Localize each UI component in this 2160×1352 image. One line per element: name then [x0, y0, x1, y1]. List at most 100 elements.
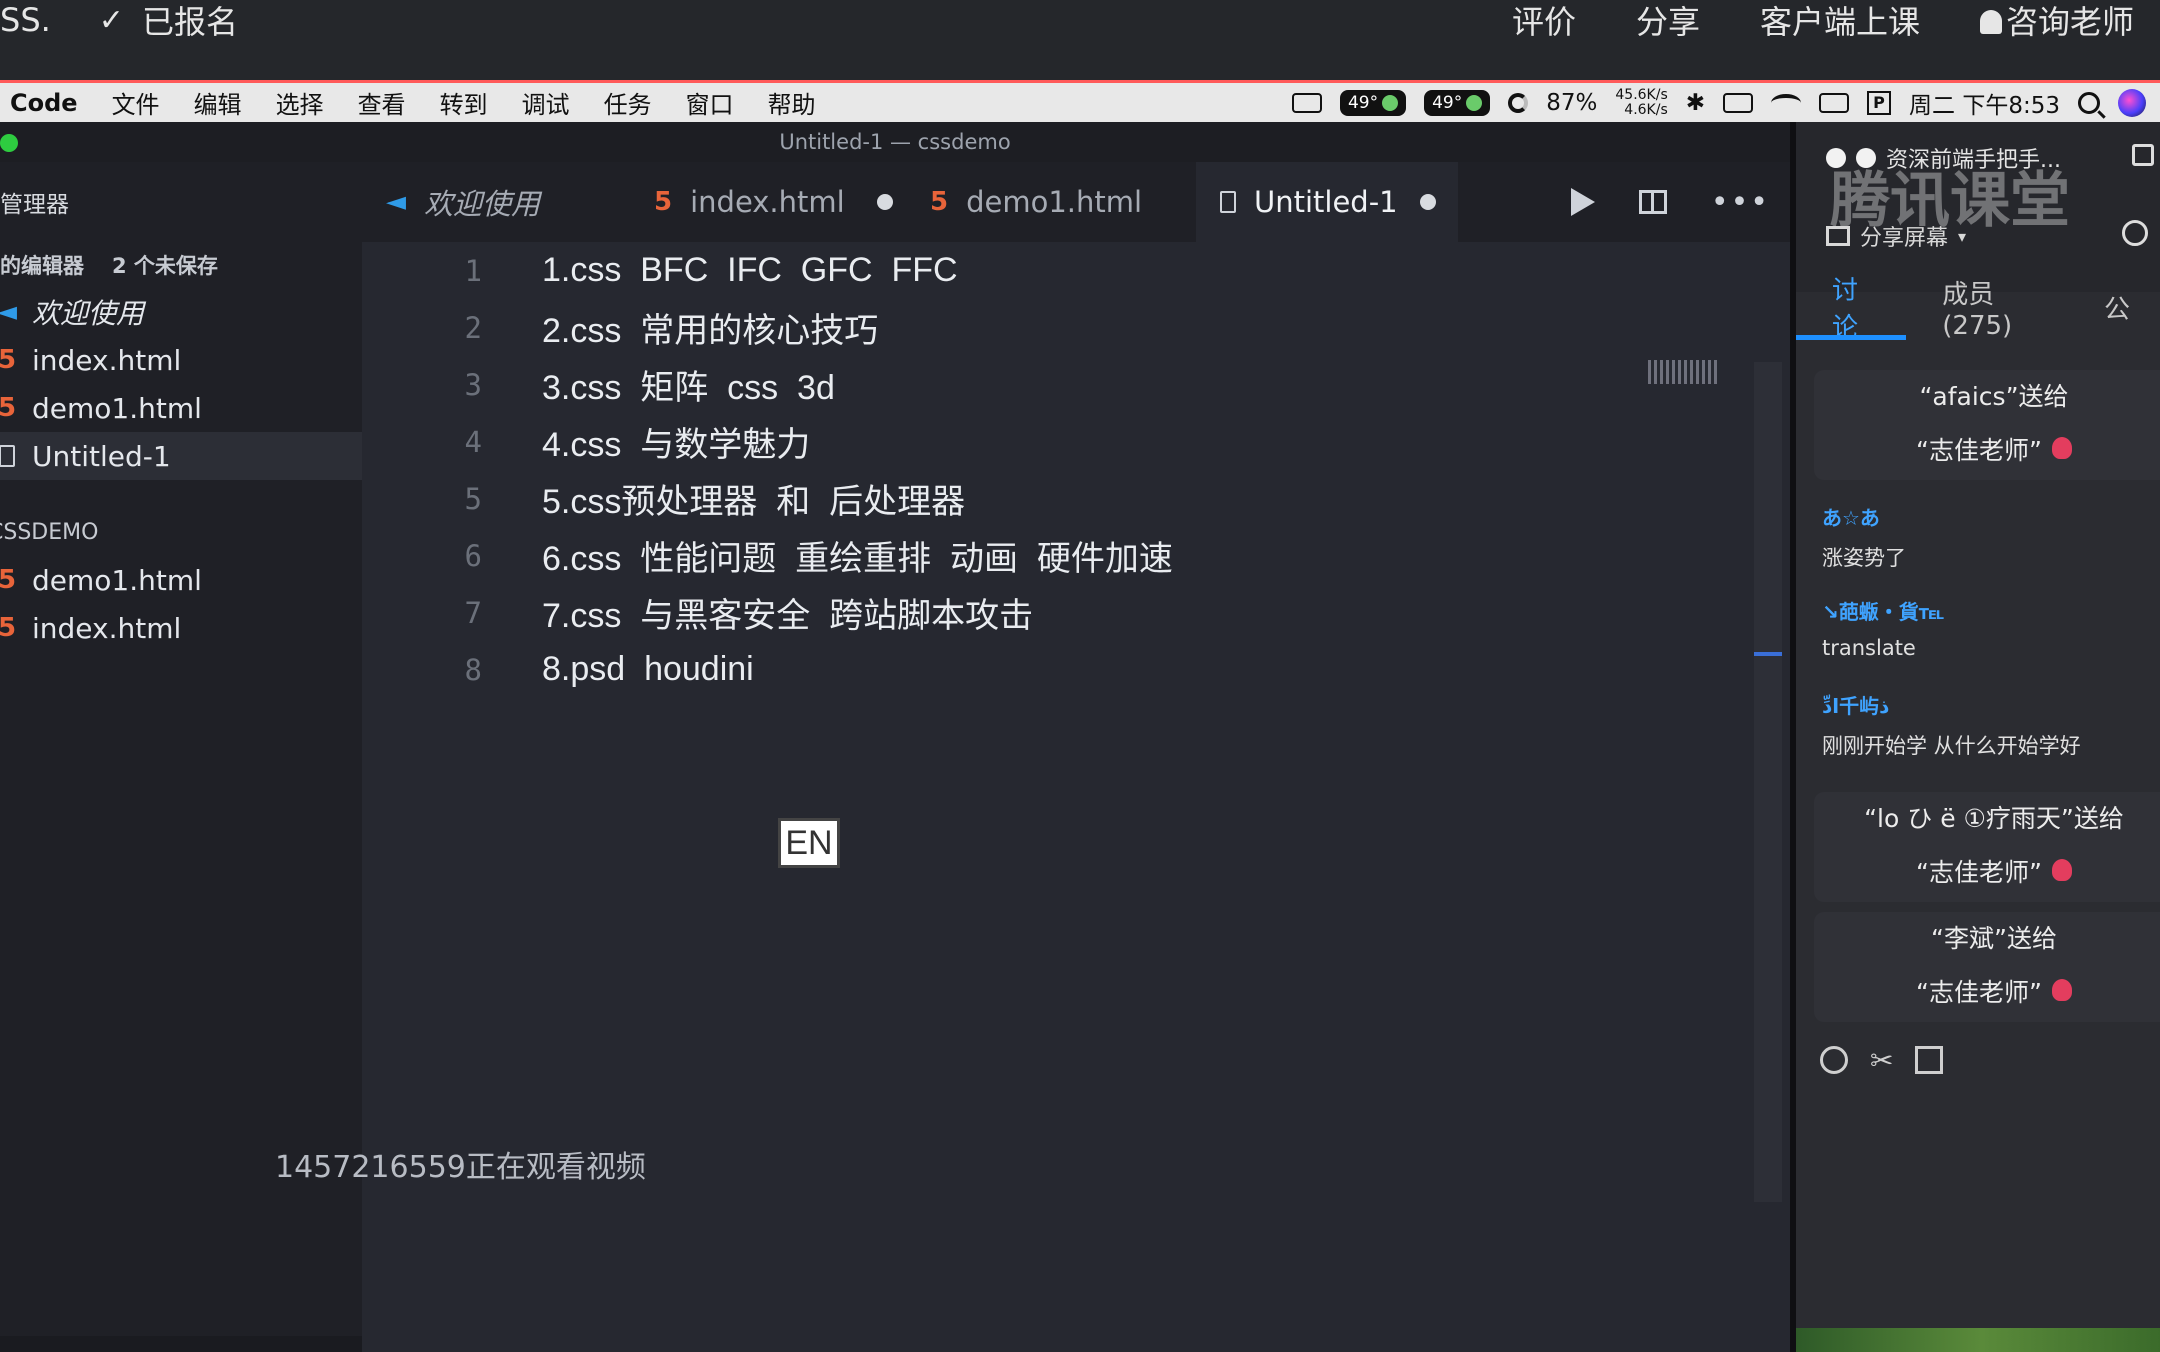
menu-status-items: 49° 49° 87% 45.6K/s 4.6K/s ✱ P 周二 下午8:53: [1291, 83, 2146, 122]
clock-icon[interactable]: [2122, 220, 2148, 246]
network-speed[interactable]: 45.6K/s 4.6K/s: [1615, 87, 1668, 118]
editor-scrollbar[interactable]: [1754, 362, 1782, 1202]
image-icon[interactable]: [1915, 1046, 1944, 1074]
status-dot-icon: [1382, 94, 1399, 111]
chat-username[interactable]: ادِّ千屿ذ: [1822, 690, 1889, 719]
memory-icon[interactable]: [1723, 92, 1754, 113]
menu-selection[interactable]: 选择: [276, 85, 324, 120]
minimap[interactable]: [1648, 360, 1718, 384]
code-editor[interactable]: 1 1.css BFC IFC GFC FFC 2 2.css 常用的核心技巧 …: [362, 242, 1782, 1202]
dot-icon: [1856, 148, 1876, 168]
open-editor-index-html[interactable]: 5 index.html: [0, 336, 362, 384]
menu-edit[interactable]: 编辑: [194, 85, 242, 120]
open-editors-header[interactable]: 打开的编辑器 2 个未保存: [0, 248, 362, 282]
html5-icon: 5: [0, 393, 17, 423]
menu-view[interactable]: 查看: [358, 85, 406, 120]
popout-icon[interactable]: [2132, 144, 2154, 166]
line-number: 4: [464, 424, 482, 459]
bell-icon: [1979, 10, 2002, 34]
project-file-demo1-html[interactable]: 5 demo1.html: [0, 556, 362, 604]
chat-username[interactable]: あ☆あ: [1822, 502, 1880, 531]
gift-receiver-name: “志佳老师”: [1916, 436, 2042, 465]
html5-icon: 5: [0, 565, 17, 595]
gpu-temp-indicator[interactable]: 49°: [1424, 89, 1491, 116]
unsaved-dot-icon[interactable]: [876, 194, 893, 210]
explorer-title: 资源管理器: [0, 192, 69, 218]
menu-file[interactable]: 文件: [112, 85, 160, 120]
line-number: 6: [464, 538, 482, 573]
rate-link[interactable]: 评价: [1512, 0, 1576, 43]
code-line: 3 3.css 矩阵 css 3d: [362, 356, 1662, 413]
line-number: 5: [464, 481, 482, 516]
check-icon: ✓: [98, 2, 124, 38]
tab-members[interactable]: 成员(275): [1906, 274, 2068, 341]
tab-announcement[interactable]: 公: [2068, 274, 2160, 340]
gift-receiver: “志佳老师”: [1814, 846, 2160, 900]
project-file-index-html[interactable]: 5 index.html: [0, 604, 362, 652]
cpu-temp-indicator[interactable]: 49°: [1339, 89, 1407, 116]
scissors-icon[interactable]: ✂: [1870, 1044, 1893, 1077]
tab-untitled-1[interactable]: Untitled-1: [1196, 162, 1458, 242]
siri-icon[interactable]: [2118, 88, 2146, 117]
panel-background-strip: [1796, 1328, 2160, 1352]
code-line: 5 5.css预处理器 和 后处理器: [362, 470, 1662, 527]
tab-discussion[interactable]: 讨论: [1796, 274, 1907, 343]
project-folder-header[interactable]: CSSDEMO: [0, 512, 362, 552]
emoji-icon[interactable]: [1820, 1046, 1848, 1074]
file-icon: [0, 445, 32, 467]
course-name: 资深前端手把手...: [1886, 148, 2061, 173]
code-text: 3.css 矩阵 css 3d: [542, 369, 835, 407]
tab-demo1-html[interactable]: 5 demo1.html: [906, 162, 1196, 242]
client-class-link[interactable]: 客户端上课: [1760, 0, 1920, 43]
classroom-panel: 腾讯课堂 资深前端手把手... 分享屏幕 ▾ 讨论 成员(275) 公 “afa…: [1790, 122, 2160, 1352]
wifi-icon[interactable]: [1771, 93, 1802, 112]
menu-go[interactable]: 转到: [440, 85, 488, 120]
status-dot-icon: [1466, 94, 1483, 111]
tab-welcome[interactable]: ◄ 欢迎使用: [362, 162, 624, 242]
cpu-usage-icon[interactable]: [1508, 92, 1529, 113]
tab-label: 欢迎使用: [424, 187, 541, 221]
menu-app-name[interactable]: Code: [10, 89, 78, 117]
menu-debug[interactable]: 调试: [522, 85, 570, 120]
project-folder-label: CSSDEMO: [0, 519, 99, 545]
code-text: 8.psd houdini: [542, 650, 754, 688]
more-actions-icon[interactable]: •••: [1711, 185, 1770, 220]
html5-icon: 5: [0, 345, 17, 375]
menu-clock[interactable]: 周二 下午8:53: [1909, 86, 2060, 120]
menu-items: Code 文件 编辑 选择 查看 转到 调试 任务 窗口 帮助: [0, 85, 816, 120]
run-icon[interactable]: [1570, 188, 1595, 216]
window-zoom-button[interactable]: [0, 134, 18, 152]
spotlight-search-icon[interactable]: [2078, 91, 2100, 114]
menu-help[interactable]: 帮助: [768, 85, 816, 120]
open-editor-untitled-1[interactable]: Untitled-1: [0, 432, 362, 480]
open-editor-demo1-html[interactable]: 5 demo1.html: [0, 384, 362, 432]
code-text: 5.css预处理器 和 后处理器: [542, 483, 966, 521]
net-down: 4.6K/s: [1624, 101, 1668, 118]
chat-username[interactable]: ↘葩蝂・貨℡: [1822, 596, 1944, 625]
open-editor-welcome[interactable]: ◄ 欢迎使用: [0, 288, 362, 336]
camera-icon[interactable]: [1291, 92, 1322, 113]
battery-icon[interactable]: [1819, 92, 1850, 113]
outline-section-edge[interactable]: [0, 1336, 362, 1352]
menu-window[interactable]: 窗口: [686, 85, 734, 120]
open-editor-label: index.html: [32, 343, 182, 377]
share-screen-button[interactable]: 分享屏幕 ▾: [1826, 220, 1966, 252]
bluetooth-icon[interactable]: ✱: [1686, 90, 1705, 116]
unsaved-dot-icon[interactable]: [1419, 194, 1436, 210]
consult-label: 咨询老师: [2005, 3, 2134, 41]
consult-teacher-button[interactable]: 咨询老师: [1979, 0, 2134, 43]
open-editors-label: 打开的编辑器: [0, 254, 84, 278]
open-editor-label: Untitled-1: [32, 439, 171, 473]
unsaved-count: 2 个未保存: [112, 254, 218, 278]
course-actions: 评价 分享 客户端上课 咨询老师: [1512, 0, 2134, 43]
code-line: 7 7.css 与黑客安全 跨站脚本攻击: [362, 584, 1662, 641]
line-number: 7: [464, 595, 482, 630]
cpu-temp-value: 49°: [1347, 92, 1379, 113]
split-editor-icon[interactable]: [1638, 190, 1667, 214]
menu-tasks[interactable]: 任务: [604, 85, 652, 120]
share-link[interactable]: 分享: [1636, 0, 1700, 43]
tab-index-html[interactable]: 5 index.html: [630, 162, 900, 242]
gift-receiver-name: “志佳老师”: [1916, 978, 2042, 1007]
gift-sender: “ⅼo ひ ë ①疗雨天”送给: [1864, 804, 2124, 833]
input-method-icon[interactable]: P: [1867, 90, 1892, 115]
